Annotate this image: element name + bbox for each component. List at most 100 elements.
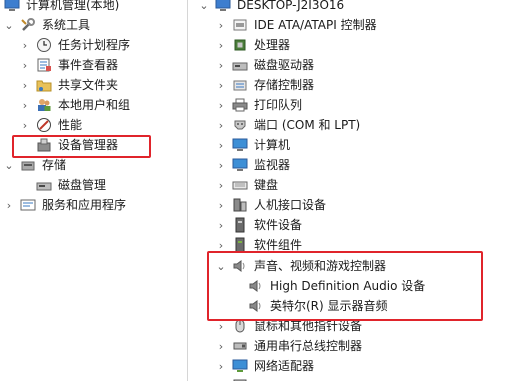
device-category-hid[interactable]: › 人机接口设备 xyxy=(216,195,326,215)
tree-label: 系统工具 xyxy=(42,18,91,32)
tree-item-services[interactable]: › 服务和应用程序 xyxy=(4,195,126,215)
device-category-monitors[interactable]: › 监视器 xyxy=(216,155,290,175)
computer-icon xyxy=(215,0,231,13)
event-viewer-icon xyxy=(36,57,52,73)
tree-label: 声音、视频和游戏控制器 xyxy=(254,259,387,273)
chevron-right-icon[interactable]: › xyxy=(216,179,226,192)
tree-item-storage[interactable]: ⌄ 存储 xyxy=(4,155,66,175)
device-category-storage-controllers[interactable]: › 存储控制器 xyxy=(216,75,314,95)
clock-icon xyxy=(36,37,52,53)
chevron-down-icon[interactable]: ⌄ xyxy=(4,159,14,172)
chevron-right-icon[interactable]: › xyxy=(20,79,30,92)
chevron-right-icon[interactable]: › xyxy=(4,199,14,212)
tree-label: 软件组件 xyxy=(254,238,303,252)
processor-icon xyxy=(232,37,248,53)
computer-management-icon xyxy=(4,0,20,13)
tree-label: 性能 xyxy=(58,118,83,132)
tree-label: 磁盘管理 xyxy=(58,178,107,192)
tree-item-disk-management[interactable]: 磁盘管理 xyxy=(20,175,106,195)
device-tree-root[interactable]: ⌄ DESKTOP-J2I3O16 xyxy=(199,0,344,15)
device-category-sound[interactable]: ⌄ 声音、视频和游戏控制器 xyxy=(216,256,386,276)
software-device-icon xyxy=(232,217,248,233)
device-category-ports[interactable]: › 端口 (COM 和 LPT) xyxy=(216,115,360,135)
tree-item-task-scheduler[interactable]: › 任务计划程序 xyxy=(20,35,130,55)
tree-item-shared-folders[interactable]: › 共享文件夹 xyxy=(20,75,118,95)
chevron-right-icon[interactable]: › xyxy=(216,159,226,172)
chevron-right-icon[interactable]: › xyxy=(216,360,226,373)
device-category-usb[interactable]: › 通用串行总线控制器 xyxy=(216,336,362,356)
chevron-right-icon[interactable]: › xyxy=(216,239,226,252)
chevron-right-icon[interactable]: › xyxy=(20,59,30,72)
chevron-right-icon[interactable]: › xyxy=(216,39,226,52)
tree-item-local-users[interactable]: › 本地用户和组 xyxy=(20,95,130,115)
chevron-right-icon[interactable]: › xyxy=(216,199,226,212)
device-intel-display-audio[interactable]: 英特尔(R) 显示器音频 xyxy=(248,296,388,316)
device-hd-audio[interactable]: High Definition Audio 设备 xyxy=(248,276,425,296)
network-adapter-icon xyxy=(232,358,248,374)
chevron-right-icon[interactable]: › xyxy=(20,39,30,52)
device-category-network[interactable]: › 网络适配器 xyxy=(216,356,314,376)
device-category-software-components[interactable]: › 软件组件 xyxy=(216,235,302,255)
device-category-print-queues[interactable]: › 打印队列 xyxy=(216,95,302,115)
tree-label: 磁盘驱动器 xyxy=(254,58,315,72)
chevron-right-icon[interactable]: › xyxy=(216,219,226,232)
printer-icon xyxy=(232,97,248,113)
tree-label: 本地用户和组 xyxy=(58,98,131,112)
device-category-ide[interactable]: › IDE ATA/ATAPI 控制器 xyxy=(216,15,377,35)
chevron-right-icon[interactable]: › xyxy=(216,19,226,32)
device-category-partial[interactable]: › xyxy=(216,376,254,381)
tree-item-event-viewer[interactable]: › 事件查看器 xyxy=(20,55,118,75)
chevron-right-icon[interactable]: › xyxy=(216,340,226,353)
chevron-down-icon[interactable]: ⌄ xyxy=(4,19,14,32)
chevron-down-icon[interactable]: ⌄ xyxy=(199,0,209,12)
device-category-computer[interactable]: › 计算机 xyxy=(216,135,290,155)
software-component-icon xyxy=(232,237,248,253)
device-category-disk-drives[interactable]: › 磁盘驱动器 xyxy=(216,55,314,75)
disk-drive-icon xyxy=(232,57,248,73)
device-category-processors[interactable]: › 处理器 xyxy=(216,35,290,55)
tree-item-system-tools[interactable]: ⌄ 系统工具 xyxy=(4,15,90,35)
device-category-software-devices[interactable]: › 软件设备 xyxy=(216,215,302,235)
tree-label: 键盘 xyxy=(254,178,279,192)
device-category-mice[interactable]: › 鼠标和其他指针设备 xyxy=(216,316,362,336)
device-category-keyboards[interactable]: › 键盘 xyxy=(216,175,278,195)
tree-label: 共享文件夹 xyxy=(58,78,119,92)
port-icon xyxy=(232,117,248,133)
tree-label: 任务计划程序 xyxy=(58,38,131,52)
chevron-right-icon[interactable]: › xyxy=(216,59,226,72)
tree-label: 人机接口设备 xyxy=(254,198,327,212)
tree-item-computer-management[interactable]: 计算机管理(本地) xyxy=(4,0,119,15)
tree-label: 网络适配器 xyxy=(254,359,315,373)
tree-label: 计算机管理(本地) xyxy=(26,0,120,12)
tree-label: 服务和应用程序 xyxy=(42,198,127,212)
tree-label: IDE ATA/ATAPI 控制器 xyxy=(254,18,377,32)
tree-label: 端口 (COM 和 LPT) xyxy=(254,118,361,132)
tree-label: 软件设备 xyxy=(254,218,303,232)
chevron-right-icon[interactable]: › xyxy=(216,119,226,132)
chevron-right-icon[interactable]: › xyxy=(20,99,30,112)
chevron-right-icon[interactable]: › xyxy=(216,320,226,333)
storage-controller-icon xyxy=(232,77,248,93)
chevron-down-icon[interactable]: ⌄ xyxy=(216,260,226,273)
ide-controller-icon xyxy=(232,17,248,33)
chevron-right-icon[interactable]: › xyxy=(216,79,226,92)
disk-management-icon xyxy=(36,177,52,193)
performance-icon xyxy=(36,117,52,133)
tree-label: 计算机 xyxy=(254,138,291,152)
tree-label: 设备管理器 xyxy=(58,138,119,152)
tree-item-performance[interactable]: › 性能 xyxy=(20,115,82,135)
tree-label: 存储控制器 xyxy=(254,78,315,92)
chevron-right-icon[interactable]: › xyxy=(20,119,30,132)
tree-item-device-manager[interactable]: 设备管理器 xyxy=(20,135,118,155)
chevron-right-icon[interactable]: › xyxy=(216,139,226,152)
console-tree: 计算机管理(本地) ⌄ 系统工具 › 任务计划程序 › 事件查看器 › 共享文件… xyxy=(0,0,186,381)
hid-icon xyxy=(232,197,248,213)
services-icon xyxy=(20,197,36,213)
tree-label: 英特尔(R) 显示器音频 xyxy=(270,299,388,313)
usb-icon xyxy=(232,338,248,354)
pane-divider[interactable] xyxy=(187,0,188,381)
tree-label: 鼠标和其他指针设备 xyxy=(254,319,363,333)
tree-label: 通用串行总线控制器 xyxy=(254,339,363,353)
chevron-right-icon[interactable]: › xyxy=(216,99,226,112)
